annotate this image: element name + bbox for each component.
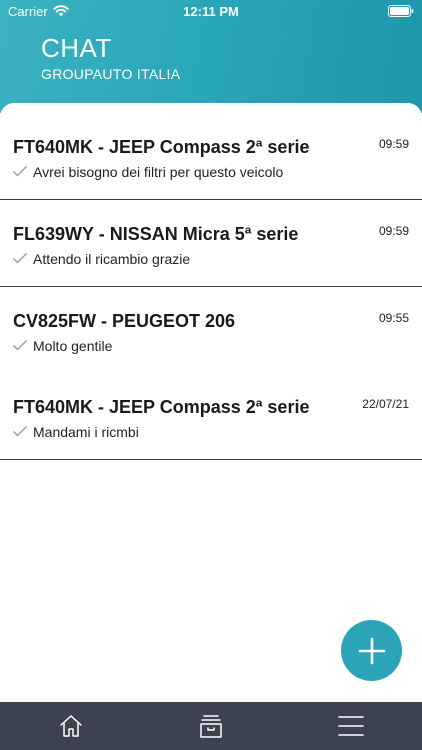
chat-title: FT640MK - JEEP Compass 2ª serie — [13, 397, 310, 417]
chat-item[interactable]: FL639WY - NISSAN Micra 5ª serie 09:59 At… — [0, 200, 422, 287]
chat-message: Avrei bisogno dei filtri per questo veic… — [33, 164, 284, 180]
menu-icon — [338, 716, 364, 736]
chat-message: Attendo il ricambio grazie — [33, 251, 191, 267]
new-chat-button[interactable] — [341, 620, 402, 681]
chat-time: 22/07/21 — [362, 397, 409, 411]
check-icon — [13, 426, 27, 437]
nav-archive-button[interactable] — [197, 712, 225, 740]
chat-screen: Carrier 12:11 PM CHAT GROUPAUTO ITALIA F… — [0, 0, 422, 750]
chat-time: 09:59 — [378, 224, 409, 238]
check-icon — [13, 166, 27, 177]
plus-icon — [358, 637, 385, 664]
bottom-nav — [0, 702, 422, 750]
archive-box-icon — [200, 715, 222, 738]
page-title: CHAT — [41, 33, 112, 63]
nav-home-button[interactable] — [57, 712, 85, 740]
chat-message: Molto gentile — [33, 338, 113, 354]
chat-title: FT640MK - JEEP Compass 2ª serie — [13, 137, 310, 157]
chat-message: Mandami i ricmbi — [33, 424, 139, 440]
status-clock: 12:11 PM — [183, 4, 239, 19]
check-icon — [13, 340, 27, 351]
chat-time: 09:55 — [378, 311, 409, 325]
page-subtitle: GROUPAUTO ITALIA — [41, 66, 181, 82]
check-icon — [13, 253, 27, 264]
nav-menu-button[interactable] — [337, 712, 365, 740]
chat-time: 09:59 — [378, 137, 409, 151]
chat-item[interactable]: FT640MK - JEEP Compass 2ª serie 22/07/21… — [0, 373, 422, 460]
home-icon — [60, 715, 82, 737]
chat-item[interactable]: CV825FW - PEUGEOT 206 09:55 Molto gentil… — [0, 287, 422, 374]
battery-icon — [388, 5, 414, 17]
chat-list: FT640MK - JEEP Compass 2ª serie 09:59 Av… — [0, 103, 422, 703]
chat-title: CV825FW - PEUGEOT 206 — [13, 311, 236, 331]
chat-title: FL639WY - NISSAN Micra 5ª serie — [13, 224, 299, 244]
chat-item[interactable]: FT640MK - JEEP Compass 2ª serie 09:59 Av… — [0, 113, 422, 200]
status-bar: Carrier 12:11 PM — [0, 0, 422, 22]
